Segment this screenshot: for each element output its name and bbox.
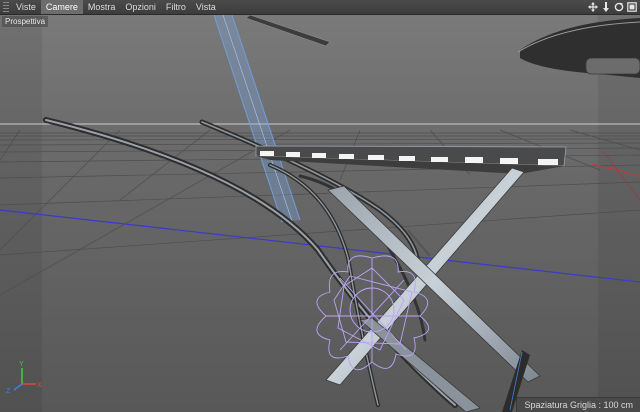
grid-spacing-readout: Spaziatura Griglia : 100 cm [516, 397, 640, 412]
menubar-grip[interactable] [3, 2, 9, 12]
move-view-icon[interactable] [588, 2, 598, 12]
rotate-view-icon[interactable] [614, 2, 624, 12]
menu-item-camere[interactable]: Camere [40, 0, 83, 14]
viewport-3d-scene[interactable]: Y X Z [0, 15, 640, 412]
maximize-view-icon[interactable] [627, 2, 637, 12]
view-navigation-icons [588, 0, 637, 14]
menu-item-mostra[interactable]: Mostra [83, 0, 121, 14]
menu-item-opzioni[interactable]: Opzioni [120, 0, 161, 14]
viewport-window: Viste Camere Mostra Opzioni Filtro Vista [0, 0, 640, 412]
dolly-view-icon[interactable] [601, 2, 611, 12]
axis-label-z: Z [6, 388, 11, 395]
axis-label-y: Y [19, 361, 24, 368]
menu-item-filtro[interactable]: Filtro [161, 0, 191, 14]
menu-item-viste[interactable]: Viste [11, 0, 41, 14]
view-mode-label: Prospettiva [2, 16, 49, 27]
axis-label-x: X [37, 382, 42, 389]
menu-item-vista[interactable]: Vista [191, 0, 221, 14]
viewport-background [0, 15, 640, 412]
viewport-menubar: Viste Camere Mostra Opzioni Filtro Vista [0, 0, 640, 15]
